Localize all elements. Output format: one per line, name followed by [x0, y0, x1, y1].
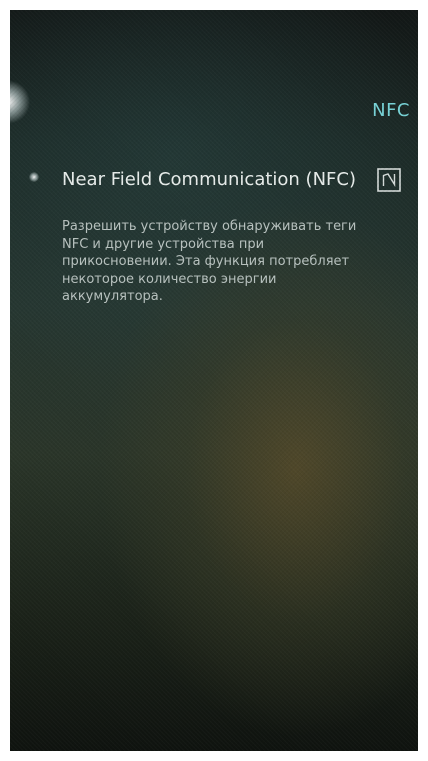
nfc-n-icon — [377, 168, 401, 192]
back-glow-icon[interactable] — [10, 80, 30, 124]
nfc-setting-row[interactable]: Near Field Communication (NFC) Разрешить… — [10, 160, 418, 330]
nfc-setting-title: Near Field Communication (NFC) — [62, 169, 356, 190]
settings-screen: NFC Near Field Communication (NFC) Разре… — [10, 10, 418, 751]
bullet-icon — [29, 172, 39, 182]
nfc-toggle-checkbox[interactable] — [375, 166, 403, 194]
nfc-setting-description: Разрешить устройству обнаруживать теги N… — [62, 219, 357, 304]
page-title: NFC — [372, 100, 410, 121]
